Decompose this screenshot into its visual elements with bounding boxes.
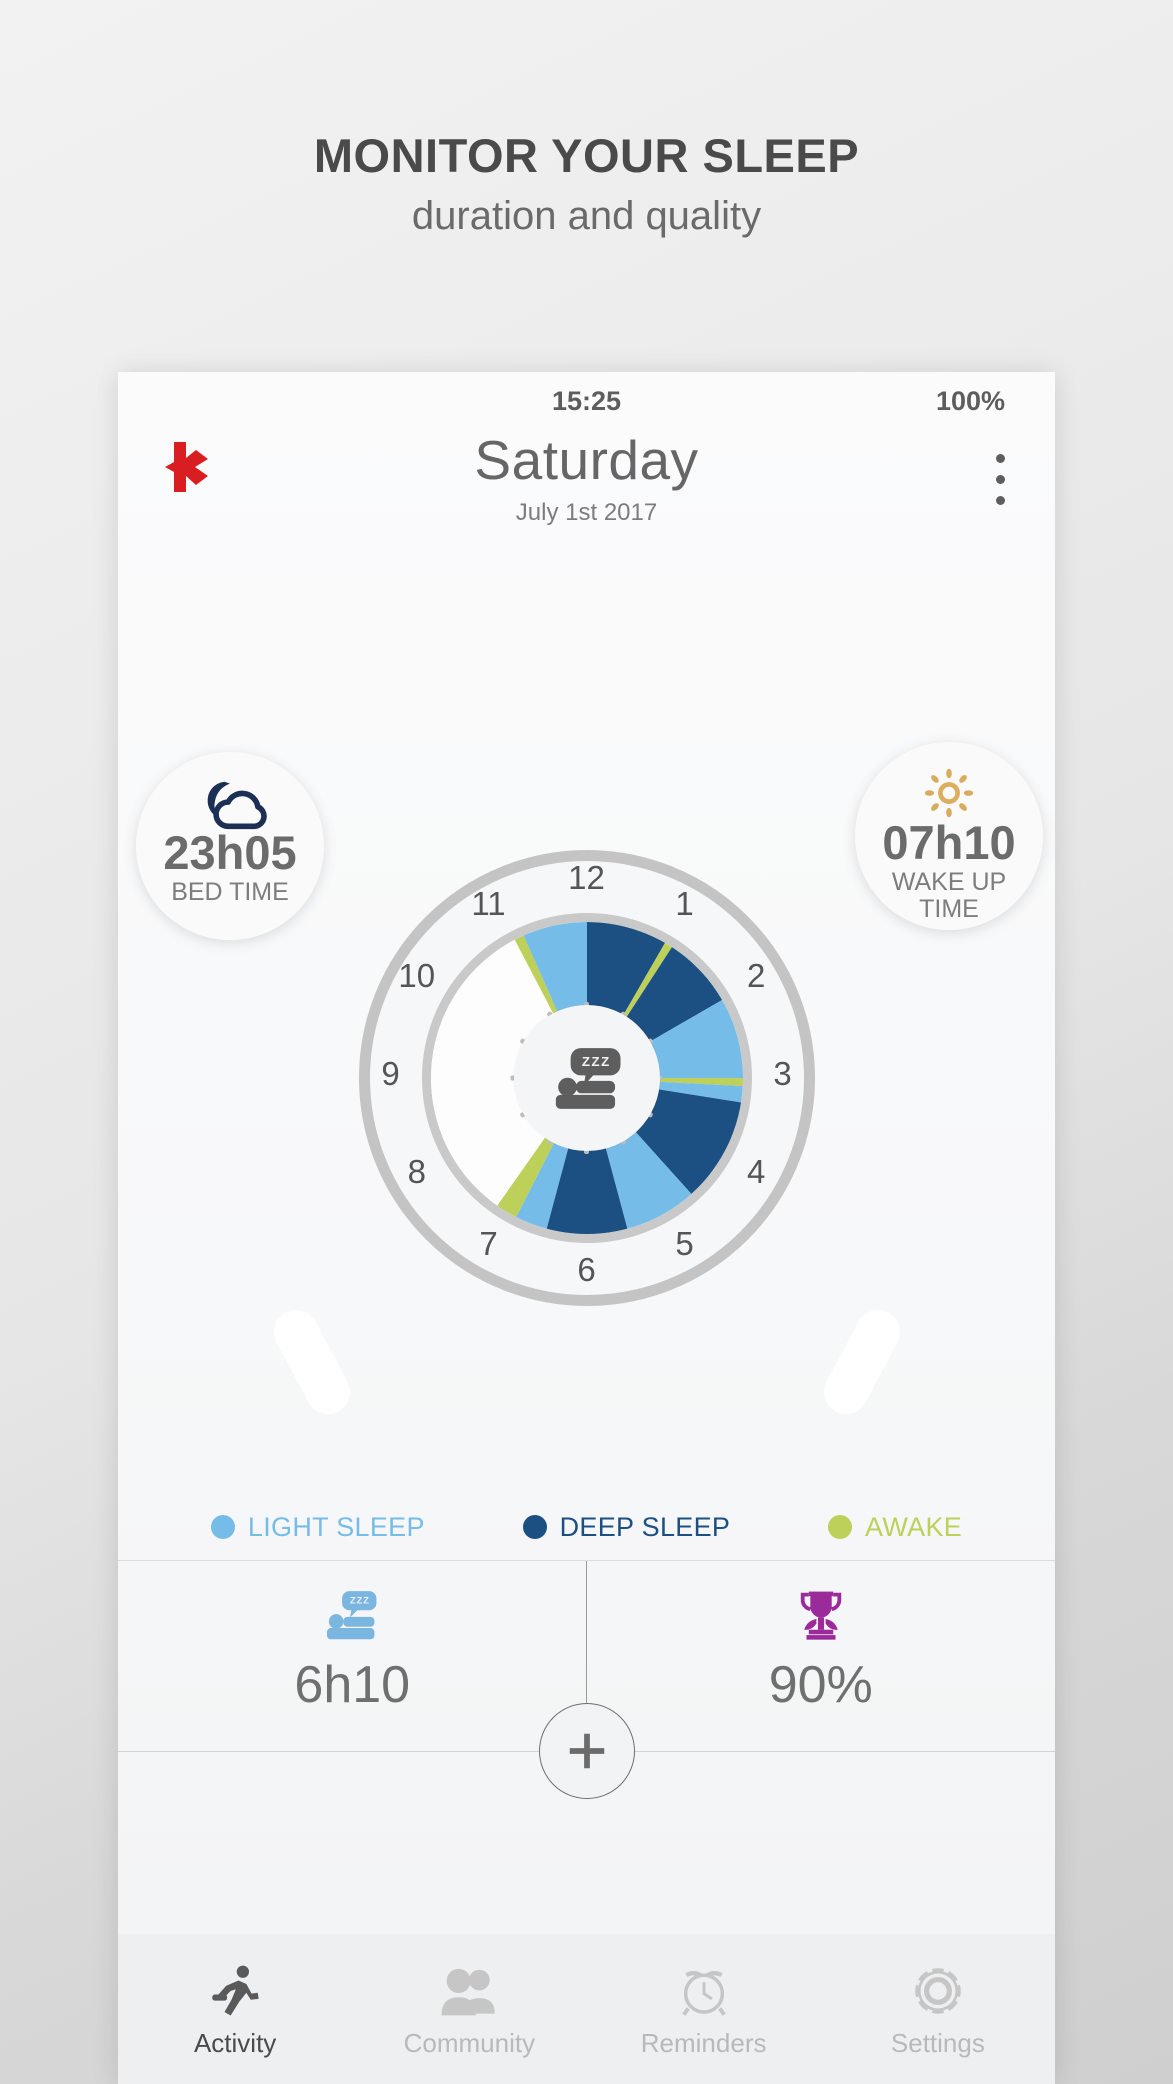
sun-glyph	[924, 768, 974, 818]
add-button[interactable]	[538, 1703, 635, 1799]
sleep-duration-value: 6h10	[294, 1656, 411, 1714]
alarm-clock-glyph	[681, 1971, 726, 2016]
page-subtitle-date: July 1st 2017	[515, 499, 658, 526]
tab-reminders-label: Reminders	[640, 2028, 767, 2058]
legend-item-deep-sleep: DEEP SLEEP	[522, 1511, 731, 1543]
sleeping-person-zzz-glyph: ZZZ	[555, 1047, 620, 1109]
bottom-tab-bar: Activity Community Reminders Settings	[118, 1934, 1055, 2084]
sleeping-person-icon: ZZZ	[118, 1587, 587, 1645]
sleeping-person-zzz-icon: ZZZ	[513, 1005, 660, 1151]
legend-label: DEEP SLEEP	[559, 1511, 731, 1542]
tab-settings-label: Settings	[890, 2028, 985, 2058]
status-bar-clock: 15:25	[551, 386, 622, 416]
trophy-glyph	[800, 1591, 841, 1640]
svg-text:ZZZ: ZZZ	[350, 1596, 370, 1606]
tab-community[interactable]: Community	[352, 1959, 586, 2059]
sleep-phase-legend: LIGHT SLEEP DEEP SLEEP AWAKE	[118, 1494, 1055, 1560]
sleeping-person-glyph: ZZZ	[327, 1591, 377, 1640]
legend-item-light-sleep: LIGHT SLEEP	[210, 1511, 425, 1543]
bed-time-value: 23h05	[163, 826, 297, 879]
wake-time-label-line2: TIME	[919, 895, 979, 924]
phone-screen: 15:25 100% Saturday July 1st 2017 12 1 2 3 4…	[118, 372, 1055, 2084]
menu-dot	[996, 496, 1005, 505]
sleep-clock-region: 12 1 2 3 4 5 6 7 8 9 10 11 ZZZ 23h05 BED…	[118, 594, 1055, 1494]
sleep-quality-value: 90%	[768, 1656, 873, 1714]
stats-bar: ZZZ 6h10 90%	[118, 1560, 1056, 1799]
stat-sleep-duration[interactable]: ZZZ 6h10	[118, 1561, 587, 1751]
promo-header: MONITOR YOUR SLEEP duration and quality	[0, 0, 1173, 239]
promo-title: MONITOR YOUR SLEEP	[313, 129, 860, 182]
header-title-group: Saturday July 1st 2017	[118, 426, 1055, 527]
running-person-icon	[118, 1959, 352, 2019]
plus-icon	[569, 1733, 604, 1769]
bed-time-label: BED TIME	[171, 878, 289, 907]
sun-icon	[855, 768, 1043, 818]
clock-hour-6: 6	[577, 1251, 596, 1288]
clock-hour-12: 12	[568, 859, 605, 896]
wake-time-value: 07h10	[882, 816, 1016, 869]
legend-color-dot	[828, 1515, 853, 1539]
promo-subtitle: duration and quality	[411, 194, 762, 238]
alarm-clock-icon	[587, 1959, 821, 2019]
gear-glyph	[909, 1963, 966, 2019]
clock-hour-1: 1	[675, 885, 694, 923]
legend-color-dot	[522, 1515, 547, 1539]
tab-reminders[interactable]: Reminders	[587, 1959, 821, 2059]
people-icon	[352, 1959, 586, 2019]
tab-activity[interactable]: Activity	[118, 1959, 352, 2059]
gear-icon	[821, 1959, 1055, 2019]
moon-cloud-icon	[136, 778, 324, 830]
moon-cloud-glyph	[207, 781, 267, 830]
overflow-menu-icon[interactable]	[996, 454, 1005, 517]
status-bar-battery: 100%	[935, 386, 1005, 416]
menu-dot	[996, 475, 1005, 484]
legend-label: AWAKE	[865, 1511, 963, 1542]
tab-community-label: Community	[403, 2028, 536, 2058]
wake-time-label-line1: WAKE UP	[891, 868, 1007, 897]
stat-sleep-quality[interactable]: 90%	[587, 1561, 1056, 1751]
status-bar: 15:25 100%	[118, 372, 1055, 426]
trophy-icon	[587, 1587, 1056, 1645]
k-logo-icon	[165, 442, 208, 492]
tab-settings[interactable]: Settings	[821, 1959, 1055, 2059]
tab-activity-label: Activity	[193, 2028, 277, 2058]
menu-dot	[996, 454, 1005, 463]
svg-text:ZZZ: ZZZ	[581, 1054, 610, 1069]
wake-time-card[interactable]: 07h10 WAKE UP TIME	[855, 742, 1043, 930]
legend-item-awake: AWAKE	[828, 1512, 962, 1543]
clock-hour-11: 11	[471, 885, 506, 923]
legend-color-dot	[210, 1515, 235, 1539]
clock-hour-9: 9	[381, 1055, 400, 1092]
people-glyph	[441, 1968, 496, 2016]
running-person-glyph	[212, 1965, 259, 2016]
wake-time-label: WAKE UP TIME	[855, 869, 1043, 923]
app-header: Saturday July 1st 2017	[118, 426, 1055, 552]
clock-hour-3: 3	[773, 1055, 792, 1092]
clock-outer-ring: 12 1 2 3 4 5 6 7 8 9 10 11 ZZZ	[358, 850, 815, 1306]
legend-label: LIGHT SLEEP	[247, 1511, 425, 1542]
page-title: Saturday	[474, 429, 699, 491]
bed-time-card[interactable]: 23h05 BED TIME	[136, 752, 324, 940]
